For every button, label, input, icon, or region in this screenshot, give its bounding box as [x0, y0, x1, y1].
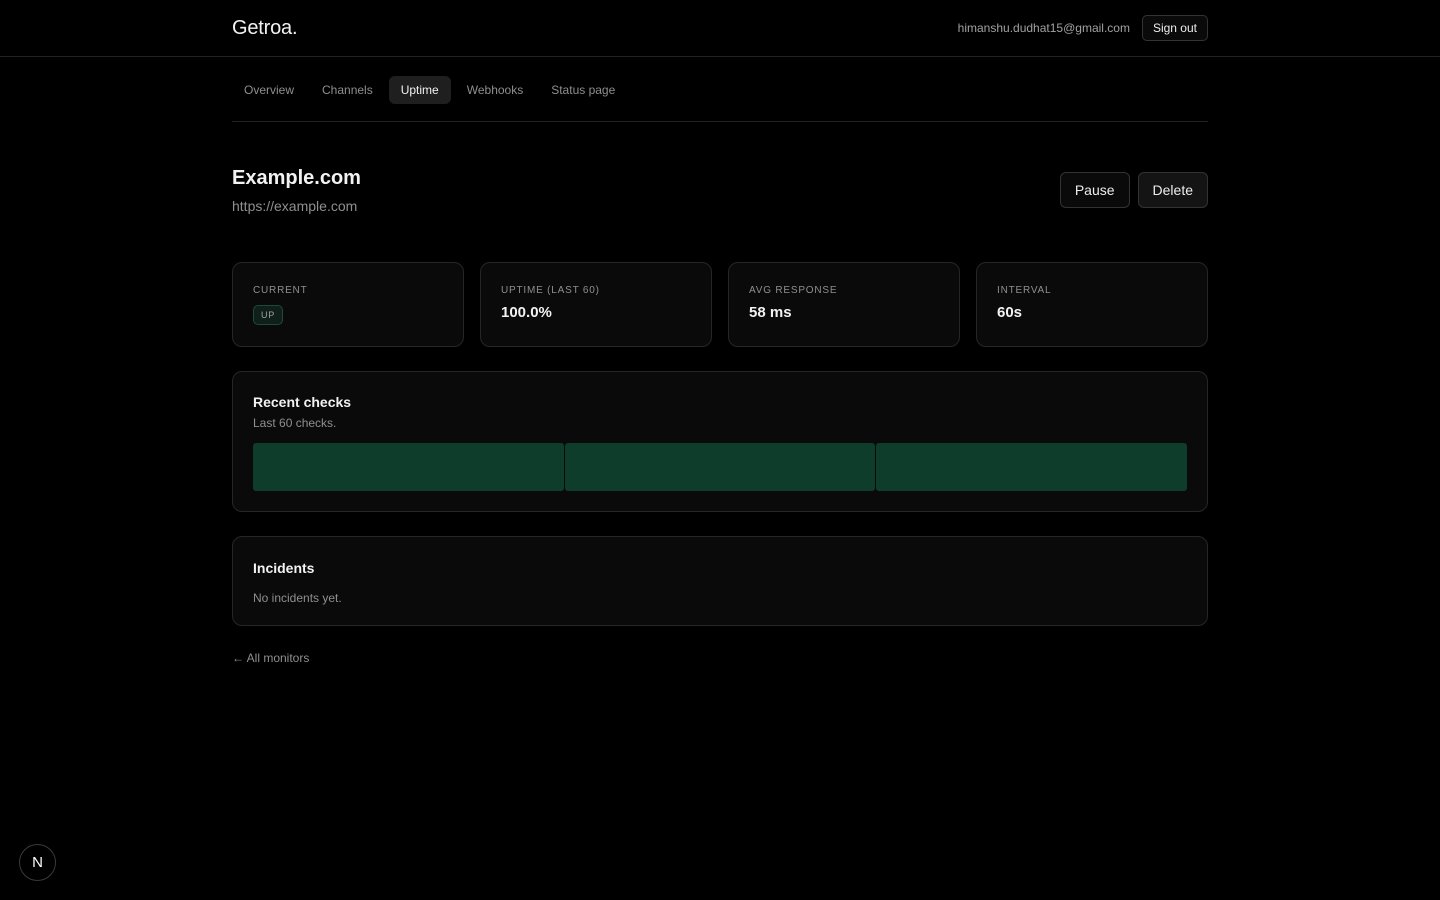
stat-value-uptime: 100.0%: [501, 304, 552, 321]
stat-value-avg-response: 58 ms: [749, 304, 792, 321]
tab-uptime[interactable]: Uptime: [388, 75, 451, 104]
stat-label-current: Current: [253, 285, 308, 296]
monitor-header: Example.com https://example.com Pause De…: [232, 164, 1208, 216]
nav-tabs: Overview Channels Uptime Webhooks Status…: [232, 57, 1208, 122]
top-bar-inner: Getroa. himanshu.dudhat15@gmail.com Sign…: [232, 0, 1208, 56]
stat-label-uptime: Uptime (last 60): [501, 285, 600, 296]
monitor-actions: Pause Delete: [1059, 172, 1208, 208]
brand-logo[interactable]: Getroa.: [232, 17, 298, 40]
check-segment[interactable]: [564, 443, 876, 491]
dev-tools-badge[interactable]: N: [19, 844, 56, 881]
stat-card-uptime: Uptime (last 60) 100.0%: [480, 262, 712, 347]
tab-overview[interactable]: Overview: [232, 76, 306, 104]
tab-channels[interactable]: Channels: [310, 76, 385, 104]
checks-bar: [253, 443, 1188, 491]
check-segment[interactable]: [253, 443, 564, 491]
incidents-title: Incidents: [253, 560, 315, 576]
status-badge: UP: [253, 305, 284, 325]
monitor-info: Example.com https://example.com: [232, 167, 361, 214]
tab-webhooks[interactable]: Webhooks: [455, 76, 535, 104]
check-segment[interactable]: [876, 443, 1188, 491]
recent-checks-panel: Recent checks Last 60 checks.: [232, 371, 1208, 512]
stat-card-interval: Interval 60s: [976, 262, 1208, 347]
user-area: himanshu.dudhat15@gmail.com Sign out: [958, 15, 1208, 41]
stat-card-avg-response: Avg response 58 ms: [728, 262, 960, 347]
stat-value-interval: 60s: [997, 304, 1023, 321]
stat-label-interval: Interval: [997, 285, 1052, 296]
top-bar: Getroa. himanshu.dudhat15@gmail.com Sign…: [0, 0, 1440, 57]
stat-label-avg-response: Avg response: [749, 285, 838, 296]
stat-card-current: Current UP: [232, 262, 464, 347]
monitor-url: https://example.com: [232, 197, 358, 214]
main-content: Overview Channels Uptime Webhooks Status…: [232, 57, 1208, 667]
incidents-empty-text: No incidents yet.: [253, 591, 342, 605]
incidents-panel: Incidents No incidents yet.: [232, 536, 1208, 626]
stats-grid: Current UP Uptime (last 60) 100.0% Avg r…: [232, 262, 1208, 347]
pause-button[interactable]: Pause: [1059, 172, 1130, 208]
recent-checks-title: Recent checks: [253, 394, 352, 410]
all-monitors-link[interactable]: ← All monitors: [232, 651, 309, 665]
delete-button[interactable]: Delete: [1137, 172, 1208, 208]
tab-status-page[interactable]: Status page: [539, 76, 627, 104]
user-email: himanshu.dudhat15@gmail.com: [957, 21, 1130, 35]
monitor-title: Example.com: [232, 166, 361, 189]
recent-checks-subtitle: Last 60 checks.: [253, 416, 337, 430]
sign-out-button[interactable]: Sign out: [1141, 15, 1208, 41]
